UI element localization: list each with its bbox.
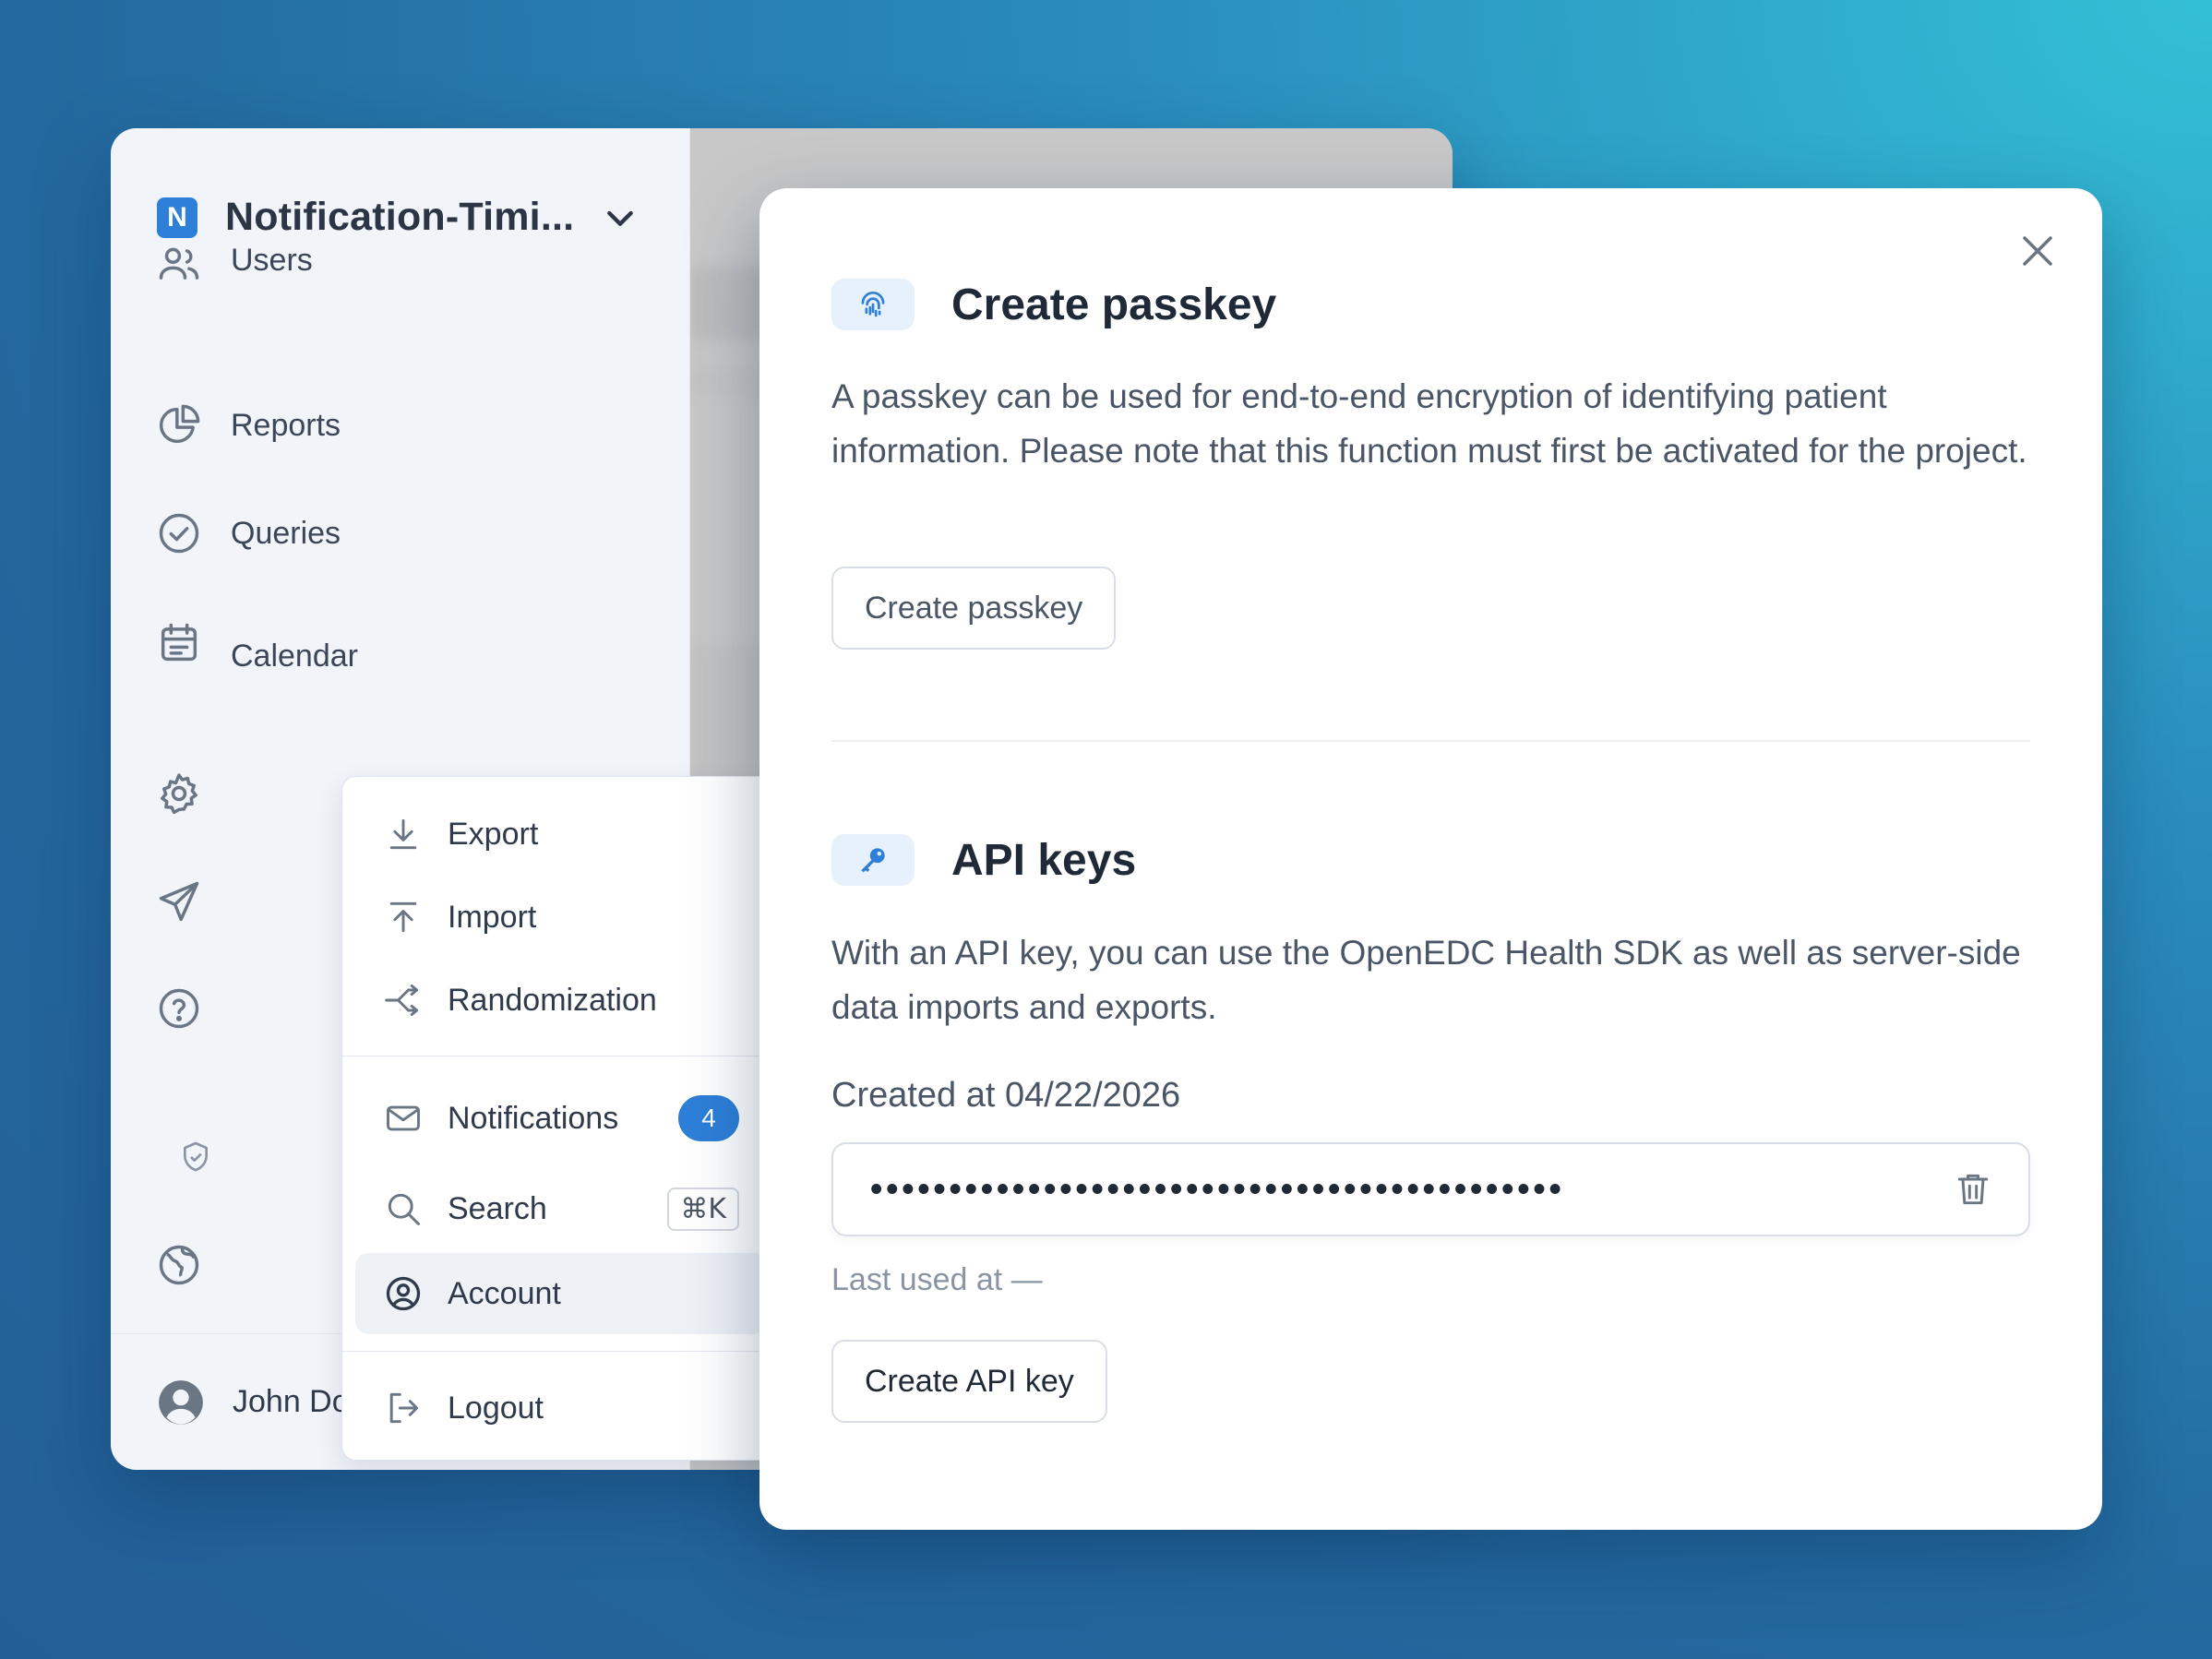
- menu-item-label: Randomization: [448, 982, 657, 1018]
- account-settings-modal: Create passkey A passkey can be used for…: [759, 188, 2102, 1530]
- menu-item-notifications[interactable]: Notifications 4: [355, 1078, 767, 1159]
- passkey-description: A passkey can be used for end-to-end enc…: [831, 377, 2027, 470]
- key-icon: [831, 834, 915, 886]
- notifications-badge: 4: [678, 1095, 739, 1141]
- menu-item-account[interactable]: Account: [355, 1253, 767, 1334]
- account-icon: [383, 1273, 424, 1314]
- passkey-title: Create passkey: [951, 280, 1277, 329]
- account-dropdown-menu: Export Import Randomization Notification…: [341, 776, 781, 1461]
- api-key-created-label: Created at 04/22/2026: [831, 1076, 1181, 1115]
- api-key-last-used: Last used at —: [831, 1262, 1043, 1297]
- menu-item-label: Search: [448, 1190, 547, 1226]
- help-icon[interactable]: [155, 985, 203, 1032]
- menu-item-search[interactable]: Search ⌘K: [355, 1168, 767, 1249]
- fingerprint-icon: [831, 279, 915, 330]
- menu-item-import[interactable]: Import: [355, 877, 767, 958]
- api-key-field: ••••••••••••••••••••••••••••••••••••••••…: [831, 1142, 2030, 1236]
- close-icon[interactable]: [2015, 229, 2060, 273]
- menu-item-logout[interactable]: Logout: [355, 1367, 767, 1449]
- sidebar-item-label: Reports: [231, 407, 341, 443]
- gear-icon[interactable]: [155, 770, 203, 818]
- search-icon: [383, 1188, 424, 1229]
- sidebar-item-calendar[interactable]: Calendar: [155, 615, 358, 671]
- trash-icon[interactable]: [1953, 1169, 1993, 1210]
- menu-item-randomization[interactable]: Randomization: [355, 960, 767, 1041]
- sidebar-item-queries[interactable]: Queries: [155, 509, 341, 557]
- sidebar-item-label: Queries: [231, 515, 341, 551]
- chevron-down-icon: [607, 210, 634, 226]
- send-icon[interactable]: [155, 877, 203, 925]
- passkey-section-header: Create passkey: [831, 279, 1276, 330]
- globe-icon[interactable]: [155, 1241, 203, 1289]
- workspace-name: Notification-Timi...: [225, 195, 575, 239]
- workspace-switcher[interactable]: N Notification-Timi...: [157, 195, 639, 240]
- menu-divider: [342, 1351, 780, 1352]
- upload-icon: [383, 897, 424, 937]
- search-shortcut: ⌘K: [667, 1187, 739, 1231]
- api-keys-title: API keys: [951, 835, 1137, 885]
- shuffle-icon: [383, 980, 424, 1020]
- create-passkey-button[interactable]: Create passkey: [831, 567, 1117, 650]
- menu-item-export[interactable]: Export: [355, 794, 767, 875]
- menu-item-label: Notifications: [448, 1100, 619, 1136]
- menu-item-label: Logout: [448, 1390, 544, 1426]
- section-divider: [831, 740, 2030, 742]
- menu-item-label: Account: [448, 1275, 561, 1311]
- masked-api-key: ••••••••••••••••••••••••••••••••••••••••…: [870, 1169, 1565, 1209]
- menu-item-label: Import: [448, 899, 537, 935]
- check-circle-icon: [155, 509, 203, 557]
- menu-item-label: Export: [448, 816, 539, 852]
- logout-icon: [383, 1388, 424, 1428]
- api-keys-section-header: API keys: [831, 834, 1136, 886]
- shield-check-icon: [177, 1139, 214, 1176]
- create-api-key-button[interactable]: Create API key: [831, 1340, 1107, 1423]
- sidebar-item-users[interactable]: Users: [155, 246, 313, 294]
- api-keys-description: With an API key, you can use the OpenEDC…: [831, 934, 2021, 1026]
- workspace-logo: N: [157, 197, 197, 238]
- users-icon: [155, 246, 203, 288]
- avatar: [159, 1379, 203, 1425]
- download-icon: [383, 814, 424, 854]
- sidebar-item-label: Users: [231, 246, 313, 278]
- mail-icon: [383, 1098, 424, 1139]
- pie-chart-icon: [155, 401, 203, 449]
- sidebar-item-label: Calendar: [231, 638, 358, 672]
- calendar-icon: [155, 619, 203, 667]
- sidebar-item-reports[interactable]: Reports: [155, 401, 341, 449]
